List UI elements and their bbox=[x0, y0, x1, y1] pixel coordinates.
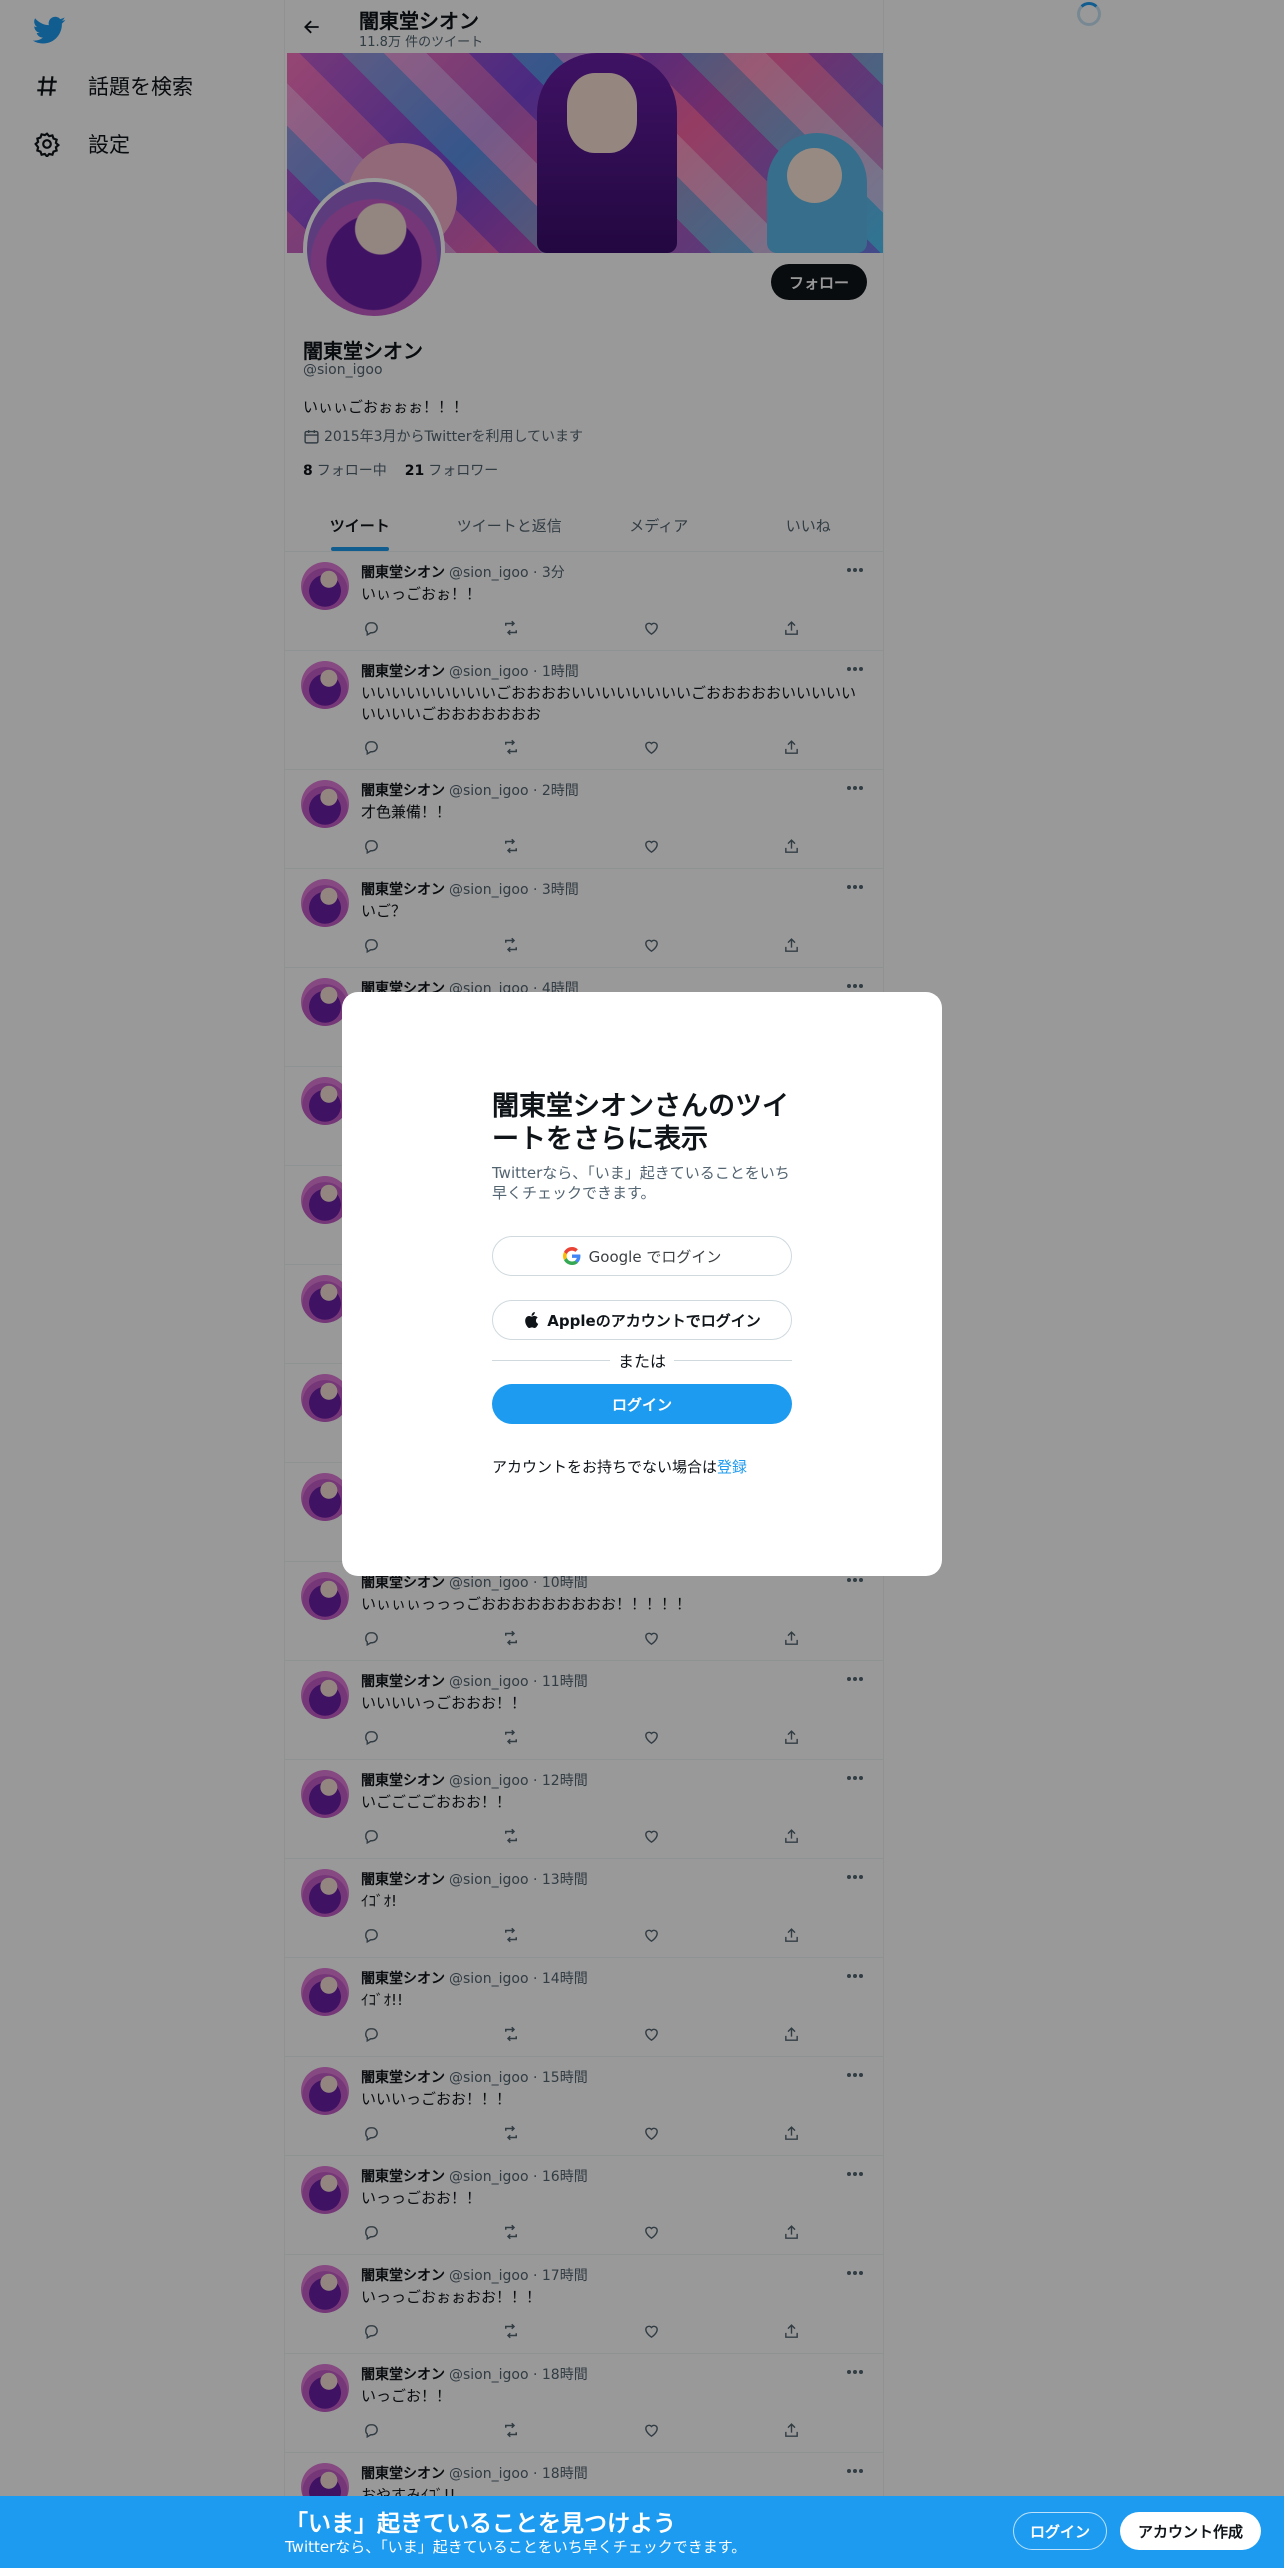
bottom-bar-subtitle: Twitterなら、「いま」起きていることをいち早くチェックできます。 bbox=[285, 2538, 747, 2556]
bottom-login-button[interactable]: ログイン bbox=[1013, 2512, 1108, 2550]
bottom-signup-bar: 「いま」起きていることを見つけよう Twitterなら、「いま」起きていることを… bbox=[0, 2496, 1284, 2568]
login-modal: 闇東堂シオンさんのツイートをさらに表示 Twitterなら、「いま」起きているこ… bbox=[342, 992, 942, 1576]
apple-icon bbox=[523, 1311, 539, 1329]
apple-login-label: Appleのアカウントでログイン bbox=[547, 1311, 761, 1330]
bottom-signup-button[interactable]: アカウント作成 bbox=[1120, 2512, 1262, 2550]
or-divider: または bbox=[492, 1350, 793, 1371]
apple-login-button[interactable]: Appleのアカウントでログイン bbox=[492, 1300, 792, 1340]
google-login-label: Google でログイン bbox=[588, 1247, 722, 1266]
google-icon bbox=[562, 1247, 581, 1265]
modal-login-button[interactable]: ログイン bbox=[492, 1384, 792, 1424]
google-login-button[interactable]: Google でログイン bbox=[492, 1236, 792, 1276]
modal-title: 闇東堂シオンさんのツイートをさらに表示 bbox=[492, 1091, 789, 1155]
signup-prompt: アカウントをお持ちでない場合は登録 bbox=[492, 1458, 748, 1476]
signup-link[interactable]: 登録 bbox=[717, 1458, 747, 1476]
modal-subtitle: Twitterなら、「いま」起きていることをいち早くチェックできます。 bbox=[492, 1164, 790, 1202]
bottom-bar-title: 「いま」起きていることを見つけよう bbox=[285, 2511, 676, 2537]
